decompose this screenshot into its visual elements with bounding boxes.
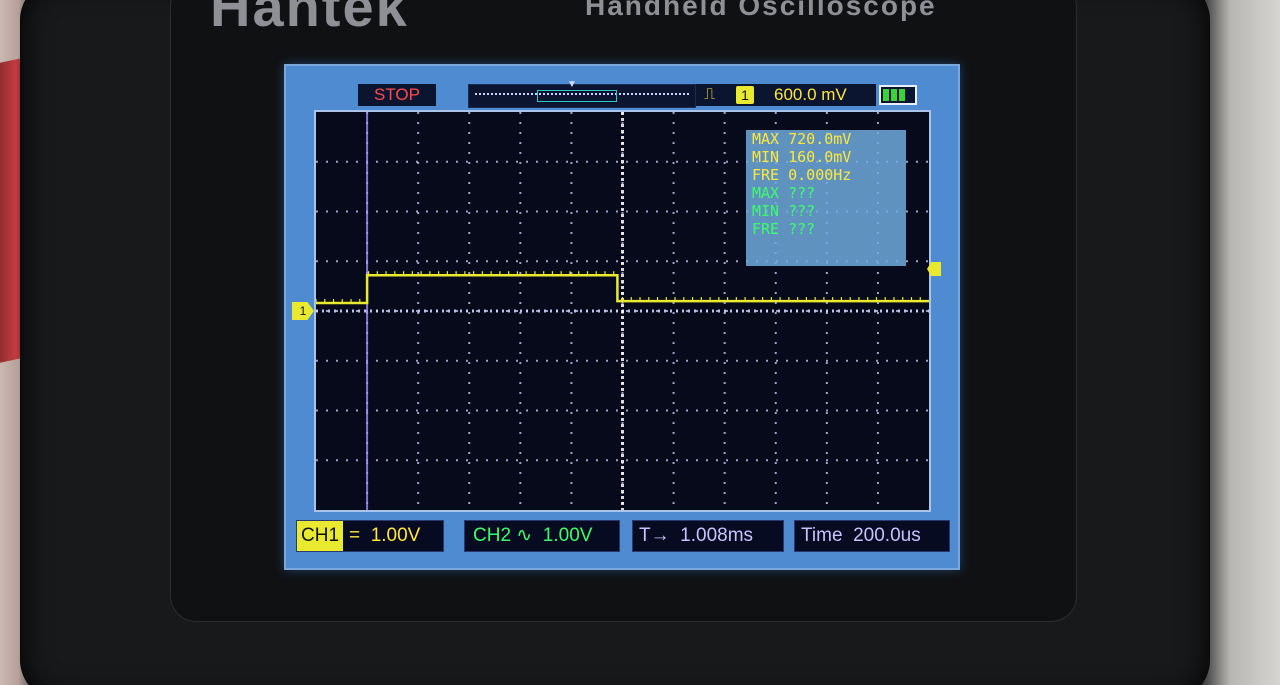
ch1-max-row: MAX 720.0mV bbox=[746, 130, 906, 148]
ch1-coupling-icon: = bbox=[349, 525, 361, 546]
ch2-label: CH2 bbox=[473, 525, 512, 546]
trigger-info[interactable]: ⎍ 1 600.0 mV bbox=[696, 84, 876, 106]
run-stop-indicator[interactable]: STOP bbox=[358, 84, 436, 106]
timebase-value: 200.0us bbox=[853, 525, 921, 546]
bottom-info-bar: CH1 = 1.00V CH2 ∿ 1.00V T→ 1.008ms Time 2… bbox=[286, 512, 958, 568]
ch1-max-label: MAX bbox=[752, 130, 780, 148]
memory-position-bar[interactable]: ▼ bbox=[468, 79, 696, 108]
ch2-fre-value: ??? bbox=[788, 220, 816, 238]
ch1-min-label: MIN bbox=[752, 148, 780, 166]
ch2-scale: 1.00V bbox=[542, 525, 593, 546]
timebase-settings[interactable]: Time 200.0us bbox=[794, 520, 950, 552]
scene: Hantek Handheld Oscilloscope STOP ▼ ⎍ 1 … bbox=[0, 0, 1280, 685]
trigger-position-marker-icon: ▼ bbox=[567, 79, 577, 90]
ch1-min-row: MIN 160.0mV bbox=[746, 148, 906, 166]
ch1-fre-label: FRE bbox=[752, 166, 780, 184]
trigger-position-settings[interactable]: T→ 1.008ms bbox=[632, 520, 784, 552]
ch2-fre-label: FRE bbox=[752, 220, 780, 238]
status-bar: STOP ▼ ⎍ 1 600.0 mV bbox=[286, 66, 958, 110]
ch1-min-value: 160.0mV bbox=[788, 148, 852, 166]
brand-header: Hantek Handheld Oscilloscope bbox=[210, 0, 1030, 38]
ch2-settings[interactable]: CH2 ∿ 1.00V bbox=[464, 520, 620, 552]
ch2-min-value: ??? bbox=[788, 202, 816, 220]
ch1-settings[interactable]: CH1 = 1.00V bbox=[296, 520, 444, 552]
ch2-max-label: MAX bbox=[752, 184, 780, 202]
trigger-position-label: T→ bbox=[639, 525, 670, 546]
trigger-level: 600.0 mV bbox=[774, 85, 847, 104]
ch1-fre-value: 0.000Hz bbox=[788, 166, 852, 184]
ch2-coupling-icon: ∿ bbox=[516, 525, 533, 546]
lcd-display: STOP ▼ ⎍ 1 600.0 mV MAX 720.0mV MIN 160.… bbox=[284, 64, 960, 570]
waveform-plot[interactable]: MAX 720.0mV MIN 160.0mV FRE 0.000Hz MAX … bbox=[314, 110, 931, 512]
brand-logo: Hantek bbox=[210, 0, 409, 38]
ch2-max-value: ??? bbox=[788, 184, 816, 202]
ch1-ground-marker[interactable]: 1 bbox=[292, 302, 314, 320]
ch2-fre-row: FRE ??? bbox=[746, 220, 906, 238]
ch2-min-row: MIN ??? bbox=[746, 202, 906, 220]
trigger-position-value: 1.008ms bbox=[680, 525, 754, 546]
ch2-min-label: MIN bbox=[752, 202, 780, 220]
timebase-label: Time bbox=[801, 525, 843, 546]
battery-icon bbox=[879, 85, 917, 105]
measurement-panel: MAX 720.0mV MIN 160.0mV FRE 0.000Hz MAX … bbox=[746, 130, 906, 266]
ch1-max-value: 720.0mV bbox=[788, 130, 852, 148]
ch1-fre-row: FRE 0.000Hz bbox=[746, 166, 906, 184]
brand-model-text: Handheld Oscilloscope bbox=[585, 0, 937, 21]
ch1-label: CH1 bbox=[297, 521, 344, 551]
memory-window[interactable] bbox=[537, 90, 617, 102]
trigger-channel-badge: 1 bbox=[736, 86, 754, 104]
ch1-scale: 1.00V bbox=[370, 525, 421, 546]
ch2-max-row: MAX ??? bbox=[746, 184, 906, 202]
rising-edge-icon: ⎍ bbox=[704, 86, 716, 103]
